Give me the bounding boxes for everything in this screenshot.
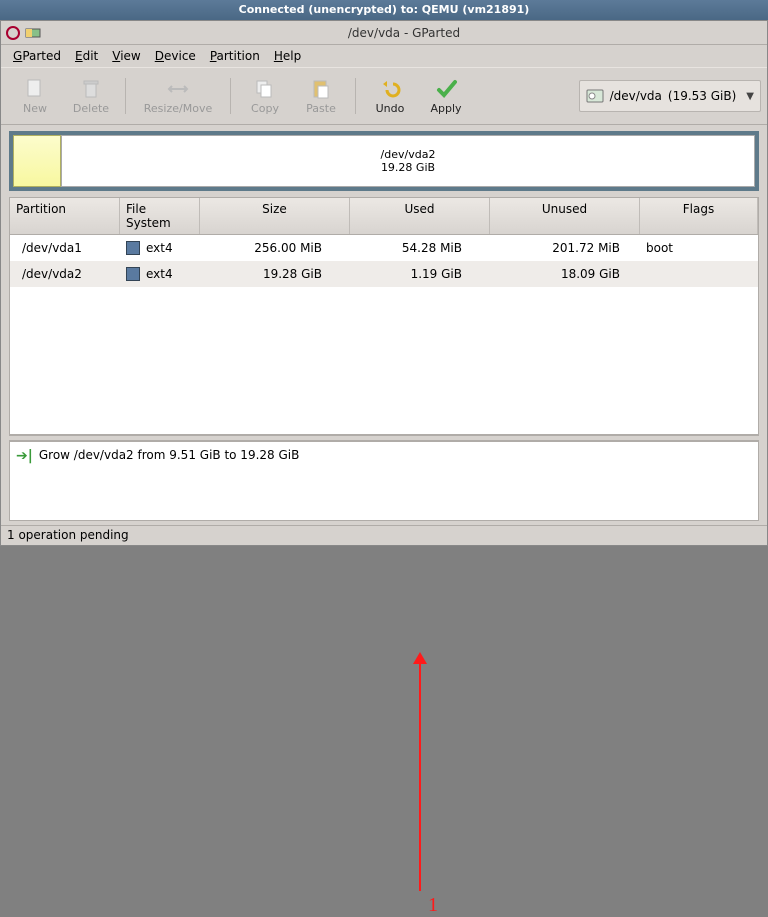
copy-button: Copy (237, 72, 293, 120)
col-used[interactable]: Used (350, 198, 490, 234)
copy-label: Copy (251, 102, 279, 115)
cell-unused: 18.09 GiB (490, 265, 640, 283)
new-button: New (7, 72, 63, 120)
delete-label: Delete (73, 102, 109, 115)
cell-partition: /dev/vda1 (10, 239, 120, 257)
col-unused[interactable]: Unused (490, 198, 640, 234)
copy-icon (254, 78, 276, 100)
resize-label: Resize/Move (144, 102, 212, 115)
cell-size: 256.00 MiB (200, 239, 350, 257)
resize-icon (167, 78, 189, 100)
undo-label: Undo (376, 102, 405, 115)
cell-unused: 201.72 MiB (490, 239, 640, 257)
device-path: /dev/vda (610, 89, 662, 103)
harddisk-icon (586, 87, 604, 105)
device-selector[interactable]: /dev/vda (19.53 GiB) ▼ (579, 80, 761, 112)
toolbar: New Delete Resize/Move Copy Paste Undo A… (1, 67, 767, 125)
chevron-down-icon: ▼ (746, 91, 754, 102)
menu-edit[interactable]: Edit (69, 47, 104, 65)
cell-size: 19.28 GiB (200, 265, 350, 283)
col-flags[interactable]: Flags (640, 198, 758, 234)
col-partition[interactable]: Partition (10, 198, 120, 234)
apply-icon (435, 78, 457, 100)
apply-label: Apply (430, 102, 461, 115)
table-row[interactable]: /dev/vda1 ext4 256.00 MiB 54.28 MiB 201.… (10, 235, 758, 261)
resize-button: Resize/Move (132, 72, 224, 120)
cell-flags: boot (640, 239, 758, 257)
partition-block-label: /dev/vda2 (381, 148, 436, 161)
partition-table: Partition File System Size Used Unused F… (9, 197, 759, 435)
fs-color-swatch (126, 267, 140, 281)
gparted-icon (25, 25, 41, 41)
cell-partition: /dev/vda2 (10, 265, 120, 283)
partition-block-size: 19.28 GiB (381, 161, 435, 174)
annotation-label: 1 (428, 894, 438, 917)
cell-filesystem: ext4 (120, 239, 200, 257)
table-row[interactable]: /dev/vda2 ext4 19.28 GiB 1.19 GiB 18.09 … (10, 261, 758, 287)
toolbar-separator (125, 78, 126, 114)
fs-color-swatch (126, 241, 140, 255)
device-size: (19.53 GiB) (668, 89, 736, 103)
gparted-window: /dev/vda - GParted GParted Edit View Dev… (0, 20, 768, 546)
menu-help[interactable]: Help (268, 47, 307, 65)
disk-visual[interactable]: /dev/vda2 19.28 GiB (9, 131, 759, 191)
apply-button[interactable]: Apply (418, 72, 474, 120)
cell-used: 1.19 GiB (350, 265, 490, 283)
grow-arrow-icon: ➔| (16, 448, 33, 464)
toolbar-separator (355, 78, 356, 114)
window-titlebar: /dev/vda - GParted (1, 21, 767, 45)
menubar: GParted Edit View Device Partition Help (1, 45, 767, 67)
menu-device[interactable]: Device (149, 47, 202, 65)
pending-operations[interactable]: ➔| Grow /dev/vda2 from 9.51 GiB to 19.28… (9, 441, 759, 521)
partition-block-vda2[interactable]: /dev/vda2 19.28 GiB (61, 135, 755, 187)
window-title: /dev/vda - GParted (45, 26, 763, 40)
paste-button: Paste (293, 72, 349, 120)
annotation-arrowhead (413, 652, 427, 664)
cell-flags (640, 265, 758, 283)
partition-block-vda1[interactable] (13, 135, 61, 187)
undo-icon (379, 78, 401, 100)
cell-used: 54.28 MiB (350, 239, 490, 257)
delete-icon (80, 78, 102, 100)
menu-view[interactable]: View (106, 47, 146, 65)
menu-gparted[interactable]: GParted (7, 47, 67, 65)
debian-icon (5, 25, 21, 41)
status-bar: 1 operation pending (1, 525, 767, 545)
annotation-arrow-line (419, 661, 421, 891)
col-size[interactable]: Size (200, 198, 350, 234)
operation-text: Grow /dev/vda2 from 9.51 GiB to 19.28 Gi… (39, 448, 300, 462)
new-label: New (23, 102, 47, 115)
undo-button[interactable]: Undo (362, 72, 418, 120)
vm-connection-title: Connected (unencrypted) to: QEMU (vm2189… (0, 0, 768, 20)
cell-filesystem: ext4 (120, 265, 200, 283)
toolbar-separator (230, 78, 231, 114)
new-icon (24, 78, 46, 100)
delete-button: Delete (63, 72, 119, 120)
table-header: Partition File System Size Used Unused F… (10, 198, 758, 235)
paste-icon (310, 78, 332, 100)
menu-partition[interactable]: Partition (204, 47, 266, 65)
paste-label: Paste (306, 102, 336, 115)
col-filesystem[interactable]: File System (120, 198, 200, 234)
